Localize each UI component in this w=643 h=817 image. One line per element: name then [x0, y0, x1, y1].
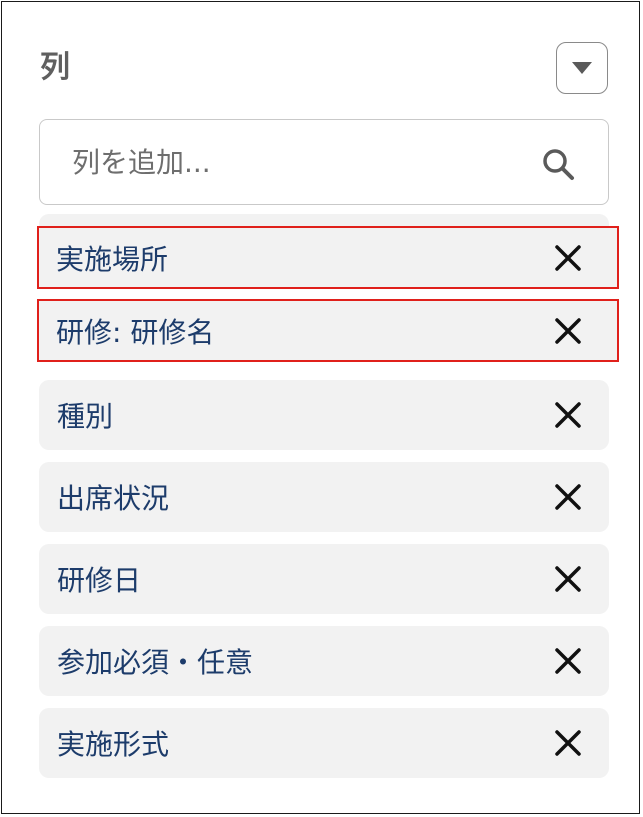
column-label: 実施形式	[57, 728, 170, 761]
column-label: 研修: 研修名	[56, 315, 215, 349]
close-icon[interactable]	[553, 728, 583, 758]
close-icon[interactable]	[553, 316, 583, 346]
column-item-attendance: 出席状況	[39, 462, 609, 532]
caret-down-icon	[572, 62, 592, 74]
search-icon[interactable]	[540, 146, 576, 182]
column-item-training-name: 研修: 研修名	[37, 299, 619, 362]
column-item-required-optional: 参加必須・任意	[39, 626, 609, 696]
columns-panel: 列 実施場所 研修: 研修名 種別 出席	[1, 1, 640, 814]
panel-title: 列	[40, 50, 70, 85]
column-item-format: 実施形式	[39, 708, 609, 778]
column-label: 実施場所	[56, 242, 169, 276]
column-item-training-date: 研修日	[39, 544, 609, 614]
panel-menu-button[interactable]	[556, 42, 608, 94]
close-icon[interactable]	[553, 400, 583, 430]
column-label: 研修日	[57, 564, 142, 597]
column-label: 参加必須・任意	[57, 646, 254, 679]
column-item-type: 種別	[39, 380, 609, 450]
add-column-input[interactable]	[72, 138, 512, 186]
column-item-location: 実施場所	[37, 226, 619, 289]
close-icon[interactable]	[553, 482, 583, 512]
column-label: 種別	[57, 400, 114, 433]
close-icon[interactable]	[553, 243, 583, 273]
add-column-search[interactable]	[39, 119, 609, 205]
close-icon[interactable]	[553, 564, 583, 594]
column-label: 出席状況	[57, 482, 170, 515]
close-icon[interactable]	[553, 646, 583, 676]
